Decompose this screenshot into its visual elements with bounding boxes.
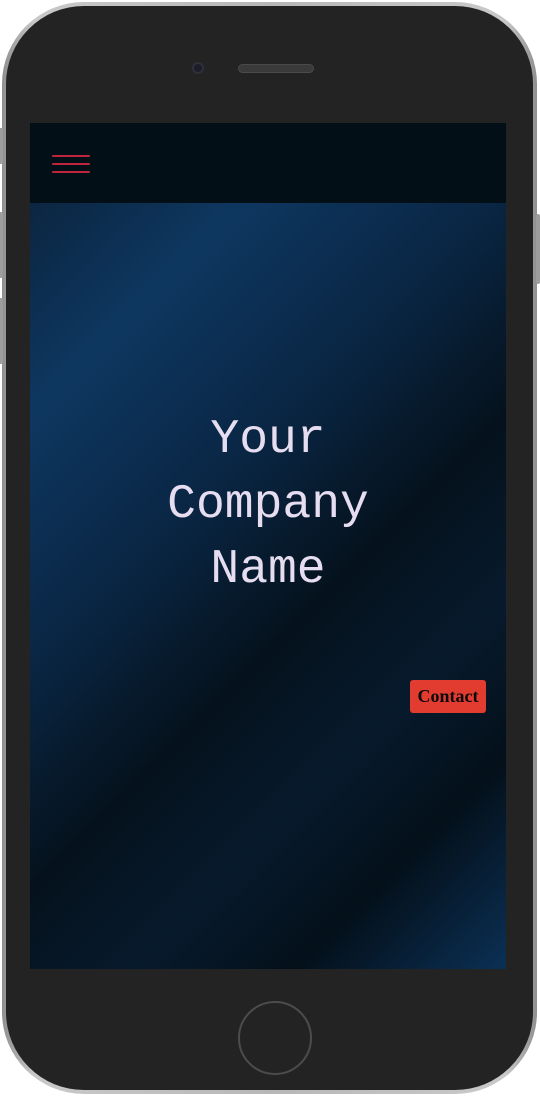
hero-title-line: Name bbox=[210, 543, 326, 597]
contact-button[interactable]: Contact bbox=[410, 680, 486, 713]
phone-screen: Your Company Name Contact bbox=[30, 123, 506, 969]
volume-up-button bbox=[0, 212, 3, 278]
volume-down-button bbox=[0, 298, 3, 364]
menu-bar-bottom bbox=[52, 171, 90, 173]
power-button bbox=[536, 214, 540, 284]
hero-title-line: Company bbox=[167, 478, 369, 532]
top-navbar bbox=[30, 123, 506, 203]
hero-title-line: Your bbox=[210, 413, 326, 467]
earpiece-speaker bbox=[238, 64, 314, 73]
silent-switch bbox=[0, 128, 3, 164]
front-camera bbox=[192, 62, 204, 74]
hero-title: Your Company Name bbox=[30, 408, 506, 603]
home-button[interactable] bbox=[238, 1001, 312, 1075]
menu-bar-middle bbox=[52, 163, 90, 165]
menu-bar-top bbox=[52, 155, 90, 157]
hamburger-menu-icon[interactable] bbox=[52, 151, 90, 175]
